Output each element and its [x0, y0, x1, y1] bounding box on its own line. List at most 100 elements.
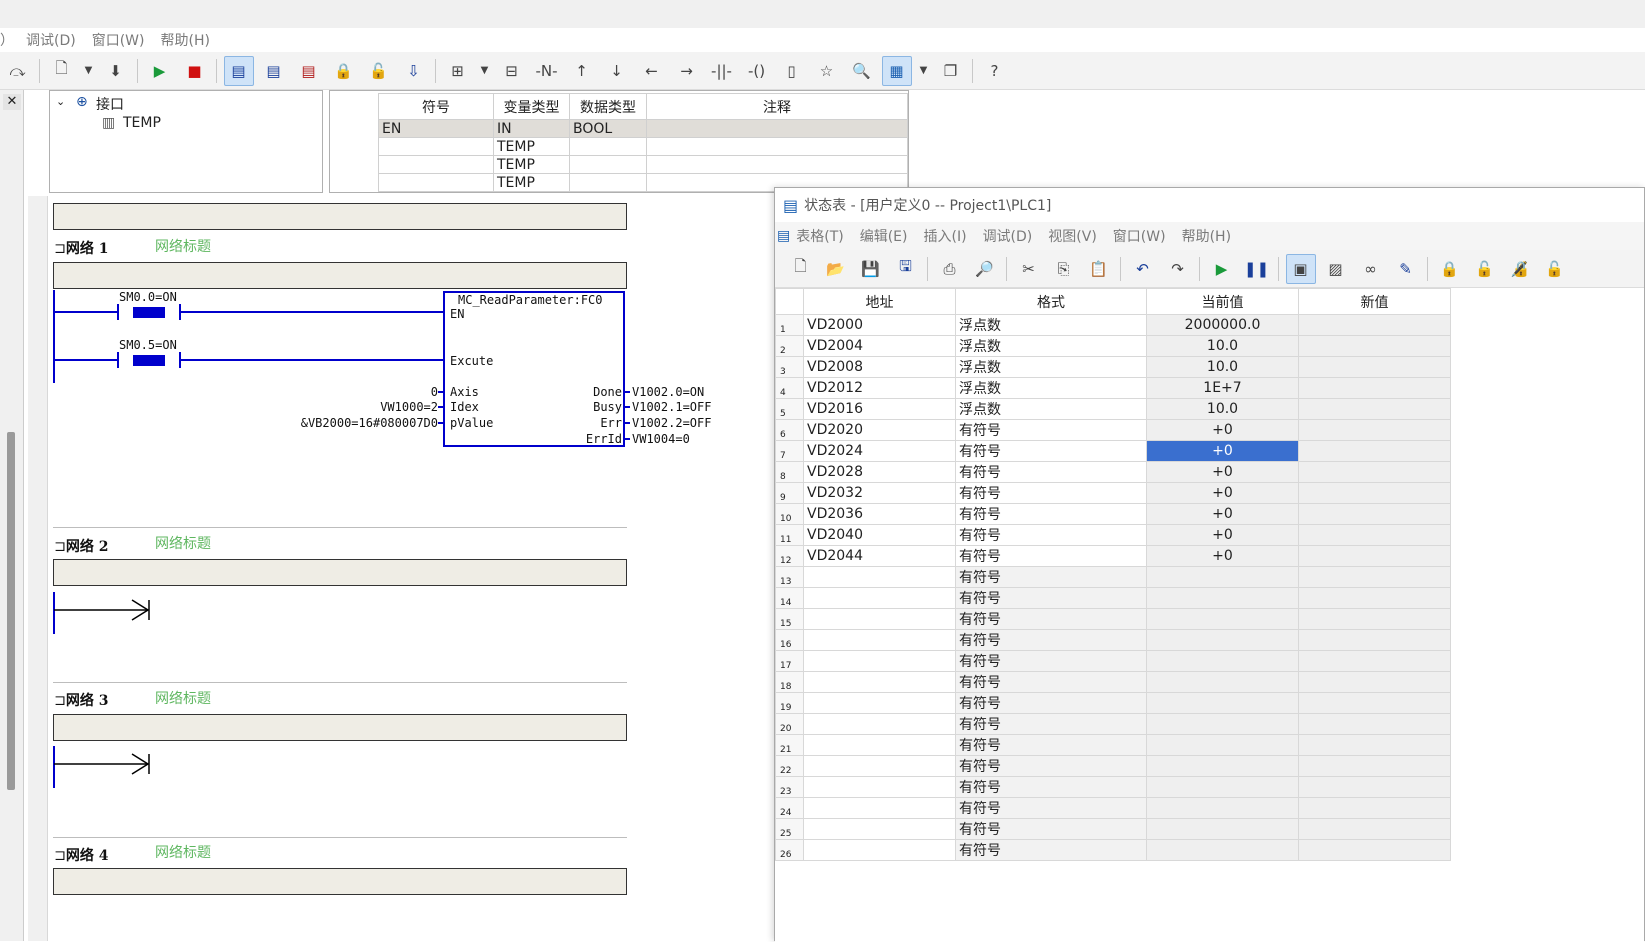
network-3-title[interactable]: 网络标题: [155, 688, 211, 708]
table-row[interactable]: 25 有符号: [775, 818, 1451, 840]
table-row[interactable]: 2 VD2004 浮点数 10.0: [775, 335, 1451, 357]
print-preview-icon[interactable]: 🔎: [970, 254, 1000, 284]
cell-address[interactable]: [803, 608, 956, 630]
cell-new-value[interactable]: [1298, 461, 1451, 483]
col-new-value[interactable]: 新值: [1298, 288, 1451, 315]
cell-format[interactable]: 有符号: [955, 671, 1147, 693]
cell-new-value[interactable]: [1298, 440, 1451, 462]
menu-help[interactable]: 帮助(H): [1182, 226, 1231, 246]
menu-help[interactable]: 帮助(H): [161, 30, 210, 50]
cell-format[interactable]: 有符号: [955, 503, 1147, 525]
cell-address[interactable]: [803, 629, 956, 651]
unlock-icon[interactable]: 🔓: [364, 56, 394, 86]
help-icon[interactable]: ?: [980, 56, 1010, 86]
status-window-titlebar[interactable]: ▤ 状态表 - [用户定义0 -- Project1\PLC1]: [775, 188, 1644, 222]
cell-current-value[interactable]: 10.0: [1146, 335, 1299, 357]
cell-current-value[interactable]: +0: [1146, 503, 1299, 525]
cell-new-value[interactable]: [1298, 482, 1451, 504]
cell-current-value[interactable]: +0: [1146, 482, 1299, 504]
table-row[interactable]: 15 有符号: [775, 608, 1451, 630]
trend-icon[interactable]: ▨: [1321, 254, 1351, 284]
cell-new-value[interactable]: [1298, 755, 1451, 777]
cell-format[interactable]: 有符号: [955, 566, 1147, 588]
table-row[interactable]: 5 VD2016 浮点数 10.0: [775, 398, 1451, 420]
menu-debug[interactable]: 调试(D): [26, 30, 76, 50]
output-value-errid[interactable]: VW1004=0: [632, 432, 690, 446]
run-icon[interactable]: ▶: [145, 56, 175, 86]
cell-current-value[interactable]: [1146, 566, 1299, 588]
cell-current-value[interactable]: [1146, 734, 1299, 756]
line-right-icon[interactable]: →: [672, 56, 702, 86]
cell-format[interactable]: 浮点数: [955, 377, 1147, 399]
output-value-done[interactable]: V1002.0=ON: [632, 385, 704, 399]
cell-address[interactable]: [803, 734, 956, 756]
table-row[interactable]: EN IN BOOL: [378, 119, 908, 138]
cell-data-type[interactable]: [569, 137, 647, 156]
menu-debug[interactable]: 调试(D): [983, 226, 1033, 246]
network-4-title[interactable]: 网络标题: [155, 842, 211, 862]
cell-format[interactable]: 浮点数: [955, 356, 1147, 378]
cell-address[interactable]: VD2016: [803, 398, 956, 420]
redo-icon[interactable]: ⤼: [3, 56, 33, 86]
block-name[interactable]: MC_ReadParameter:FC0: [458, 293, 603, 307]
cell-format[interactable]: 有符号: [955, 587, 1147, 609]
cell-new-value[interactable]: [1298, 566, 1451, 588]
table-row[interactable]: 4 VD2012 浮点数 1E+7: [775, 377, 1451, 399]
cell-format[interactable]: 有符号: [955, 776, 1147, 798]
cell-address[interactable]: VD2040: [803, 524, 956, 546]
cell-address[interactable]: [803, 818, 956, 840]
table-row[interactable]: TEMP: [378, 155, 908, 174]
cell-data-type[interactable]: [569, 155, 647, 174]
cell-address[interactable]: VD2036: [803, 503, 956, 525]
new-icon[interactable]: 🗋: [786, 254, 816, 284]
cell-new-value[interactable]: [1298, 776, 1451, 798]
table-row[interactable]: 7 VD2024 有符号 +0: [775, 440, 1451, 462]
dropdown-icon[interactable]: ▼: [917, 56, 931, 86]
output-value-busy[interactable]: V1002.1=OFF: [632, 400, 711, 414]
col-data-type[interactable]: 数据类型: [569, 93, 647, 120]
cell-format[interactable]: 有符号: [955, 818, 1147, 840]
network-4-comment[interactable]: [53, 868, 627, 895]
cell-format[interactable]: 有符号: [955, 797, 1147, 819]
col-var-type[interactable]: 变量类型: [493, 93, 570, 120]
cell-new-value[interactable]: [1298, 356, 1451, 378]
input-value-axis[interactable]: 0: [431, 385, 438, 399]
cell-current-value[interactable]: +0: [1146, 545, 1299, 567]
menu-insert[interactable]: 插入(I): [924, 226, 967, 246]
line-left-icon[interactable]: ←: [637, 56, 667, 86]
lock-download-icon[interactable]: 🔏: [1505, 254, 1535, 284]
table-row[interactable]: 8 VD2028 有符号 +0: [775, 461, 1451, 483]
cell-symbol[interactable]: [378, 137, 494, 156]
cell-address[interactable]: VD2044: [803, 545, 956, 567]
cell-new-value[interactable]: [1298, 713, 1451, 735]
zoom-icon[interactable]: 🔍: [847, 56, 877, 86]
menu-edit[interactable]: 编辑(E): [860, 226, 908, 246]
cell-new-value[interactable]: [1298, 818, 1451, 840]
insert-network-icon[interactable]: ⊞: [443, 56, 473, 86]
table-row[interactable]: 14 有符号: [775, 587, 1451, 609]
cell-address[interactable]: VD2024: [803, 440, 956, 462]
network-3-label[interactable]: ⊐网络 3: [54, 690, 108, 710]
cell-current-value[interactable]: [1146, 755, 1299, 777]
symbol-table-icon[interactable]: ▤: [294, 56, 324, 86]
pause-icon[interactable]: ❚❚: [1242, 254, 1272, 284]
paste-icon[interactable]: 📋: [1084, 254, 1114, 284]
col-current-value[interactable]: 当前值: [1146, 288, 1299, 315]
dropdown-icon[interactable]: ▼: [82, 56, 96, 86]
cell-format[interactable]: 有符号: [955, 482, 1147, 504]
cell-current-value[interactable]: 10.0: [1146, 356, 1299, 378]
cell-current-value[interactable]: +0: [1146, 524, 1299, 546]
cell-format[interactable]: 有符号: [955, 440, 1147, 462]
cell-address[interactable]: [803, 671, 956, 693]
cell-new-value[interactable]: [1298, 524, 1451, 546]
cut-icon[interactable]: ✂: [1014, 254, 1044, 284]
save-icon[interactable]: 💾: [856, 254, 886, 284]
table-row[interactable]: 10 VD2036 有符号 +0: [775, 503, 1451, 525]
cell-data-type[interactable]: BOOL: [569, 119, 647, 138]
cell-current-value[interactable]: [1146, 629, 1299, 651]
menu-window[interactable]: 窗口(W): [1113, 226, 1166, 246]
cell-new-value[interactable]: [1298, 650, 1451, 672]
table-row[interactable]: 20 有符号: [775, 713, 1451, 735]
cell-format[interactable]: 浮点数: [955, 398, 1147, 420]
table-row[interactable]: 21 有符号: [775, 734, 1451, 756]
